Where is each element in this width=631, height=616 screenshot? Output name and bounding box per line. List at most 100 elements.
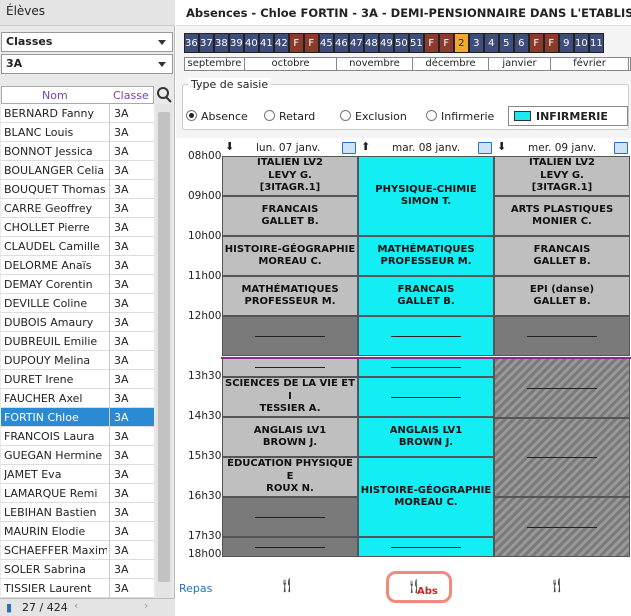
course-cell[interactable]: HISTOIRE-GÉOGRAPHIE MOREAU C. <box>222 236 358 276</box>
list-item[interactable]: BLANC Louis 3A <box>1 123 154 142</box>
course-cell[interactable]: EPI (danse) GALLET B. <box>494 276 630 316</box>
col-class-header[interactable]: Classe <box>113 89 149 102</box>
list-item[interactable]: DUPOUY Melina 3A <box>1 351 154 370</box>
week-cell[interactable]: 49 <box>379 33 394 53</box>
motif-select[interactable]: INFIRMERIE <box>508 106 628 126</box>
list-item[interactable]: MAURIN Elodie 3A <box>1 522 154 541</box>
empty-slot[interactable] <box>222 316 358 356</box>
course-cell[interactable]: FRANCAIS GALLET B. <box>358 276 494 316</box>
week-cell[interactable]: 38 <box>214 33 229 53</box>
scroll-left-icon[interactable]: ‹ <box>74 599 78 612</box>
day-arrow-icon[interactable]: ⬆ <box>361 140 370 153</box>
week-cell[interactable]: 2 <box>454 33 469 53</box>
week-cell[interactable]: F <box>424 33 439 53</box>
course-cell[interactable]: PHYSIQUE-CHIMIE SIMON T. <box>358 156 494 236</box>
empty-slot[interactable] <box>222 358 358 377</box>
col-name-header[interactable]: Nom <box>42 89 68 102</box>
week-cell[interactable]: 5 <box>499 33 514 53</box>
list-item[interactable]: SCHAEFFER Maxime 3A <box>1 541 154 560</box>
class-dropdown[interactable]: 3A <box>1 54 173 74</box>
radio-retard[interactable]: Retard <box>264 110 315 123</box>
course-cell[interactable]: HISTOIRE-GÉOGRAPHIE MOREAU C. <box>358 457 494 537</box>
empty-slot[interactable] <box>358 316 494 356</box>
empty-slot[interactable] <box>358 358 494 377</box>
week-cell[interactable]: F <box>289 33 304 53</box>
month-label[interactable]: septembre <box>185 58 245 70</box>
list-item[interactable]: TISSIER Laurent 3A <box>1 579 154 598</box>
month-label[interactable]: décembre <box>413 58 489 70</box>
week-cell[interactable]: 10 <box>574 33 589 53</box>
calendar-icon[interactable] <box>342 142 356 154</box>
course-cell[interactable]: FRANCAIS GALLET B. <box>494 236 630 276</box>
course-cell[interactable]: MATHÉMATIQUES PROFESSEUR M. <box>358 236 494 276</box>
radio-infirmerie[interactable]: Infirmerie <box>426 110 494 123</box>
list-item[interactable]: DUBREUIL Emilie 3A <box>1 332 154 351</box>
course-cell[interactable]: ÉDUCATION PHYSIQUE E ROUX N. <box>222 457 358 497</box>
empty-slot[interactable] <box>222 497 358 537</box>
course-cell[interactable]: ARTS PLASTIQUES MONIER C. <box>494 196 630 236</box>
month-label[interactable]: janvier <box>489 58 551 70</box>
empty-slot[interactable] <box>358 377 494 417</box>
meal-icon[interactable]: 🍴︎ <box>278 578 296 594</box>
week-cell[interactable]: 40 <box>244 33 259 53</box>
week-cell[interactable]: 9 <box>559 33 574 53</box>
week-cell[interactable]: 42 <box>274 33 289 53</box>
list-item[interactable]: CHOLLET Pierre 3A <box>1 218 154 237</box>
week-cell[interactable]: F <box>304 33 319 53</box>
calendar-icon[interactable] <box>478 142 492 154</box>
list-item[interactable]: DURET Irene 3A <box>1 370 154 389</box>
empty-slot[interactable] <box>222 537 358 557</box>
course-cell[interactable]: ITALIEN LV2 LEVY G. [3ITAGR.1] <box>222 156 358 196</box>
list-item[interactable]: BOULANGER Celia 3A <box>1 161 154 180</box>
day-arrow-icon[interactable]: ⬇ <box>497 140 506 153</box>
radio-absence[interactable]: Absence <box>186 110 248 123</box>
list-item[interactable]: FAUCHER Axel 3A <box>1 389 154 408</box>
meal-absence-button[interactable]: 🍴︎ Abs <box>386 571 452 603</box>
list-item[interactable]: FORTIN Chloe 3A <box>1 408 154 427</box>
empty-slot[interactable] <box>494 358 630 418</box>
course-cell[interactable]: ITALIEN LV2 LEVY G. [3ITAGR.1] <box>494 156 630 196</box>
classes-dropdown[interactable]: Classes <box>1 32 173 52</box>
list-item[interactable]: LAMARQUE Remi 3A <box>1 484 154 503</box>
list-item[interactable]: LEBIHAN Bastien 3A <box>1 503 154 522</box>
list-item[interactable]: BERNARD Fanny 3A <box>1 104 154 123</box>
list-item[interactable]: JAMET Eva 3A <box>1 465 154 484</box>
list-item[interactable]: DEVILLE Coline 3A <box>1 294 154 313</box>
list-item[interactable]: CLAUDEL Camille 3A <box>1 237 154 256</box>
empty-slot[interactable] <box>358 537 494 557</box>
week-cell[interactable]: 48 <box>364 33 379 53</box>
week-cell[interactable]: F <box>529 33 544 53</box>
week-cell[interactable]: 41 <box>259 33 274 53</box>
week-cell[interactable]: F <box>544 33 559 53</box>
day-arrow-icon[interactable]: ⬇ <box>225 140 234 153</box>
week-cell[interactable]: 47 <box>349 33 364 53</box>
list-item[interactable]: CARRE Geoffrey 3A <box>1 199 154 218</box>
empty-slot[interactable] <box>494 418 630 497</box>
calendar-icon[interactable] <box>614 142 628 154</box>
list-item[interactable]: DUBOIS Amaury 3A <box>1 313 154 332</box>
course-cell[interactable]: MATHÉMATIQUES PROFESSEUR M. <box>222 276 358 316</box>
month-label[interactable]: février <box>551 58 629 70</box>
list-item[interactable]: GUEGAN Hermine 3A <box>1 446 154 465</box>
empty-slot[interactable] <box>494 497 630 557</box>
scrollbar-thumb[interactable] <box>158 112 170 582</box>
course-cell[interactable]: FRANCAIS GALLET B. <box>222 196 358 236</box>
info-icon[interactable]: ▮ <box>6 601 12 614</box>
week-cell[interactable]: 45 <box>319 33 334 53</box>
week-cell[interactable]: 36 <box>184 33 199 53</box>
month-label[interactable]: octobre <box>245 58 337 70</box>
list-item[interactable]: DEMAY Corentin 3A <box>1 275 154 294</box>
week-cell[interactable]: 11 <box>589 33 604 53</box>
course-cell[interactable]: ANGLAIS LV1 BROWN J. <box>358 417 494 457</box>
list-item[interactable]: BONNOT Jessica 3A <box>1 142 154 161</box>
list-item[interactable]: FRANCOIS Laura 3A <box>1 427 154 446</box>
week-cell[interactable]: 6 <box>514 33 529 53</box>
week-cell[interactable]: 51 <box>409 33 424 53</box>
radio-exclusion[interactable]: Exclusion <box>340 110 407 123</box>
week-cell[interactable]: F <box>439 33 454 53</box>
week-cell[interactable]: 39 <box>229 33 244 53</box>
list-item[interactable]: BOUQUET Thomas 3A <box>1 180 154 199</box>
meal-icon[interactable]: 🍴︎ <box>548 578 566 594</box>
course-cell[interactable]: ANGLAIS LV1 BROWN J. <box>222 417 358 457</box>
week-cell[interactable]: 4 <box>484 33 499 53</box>
